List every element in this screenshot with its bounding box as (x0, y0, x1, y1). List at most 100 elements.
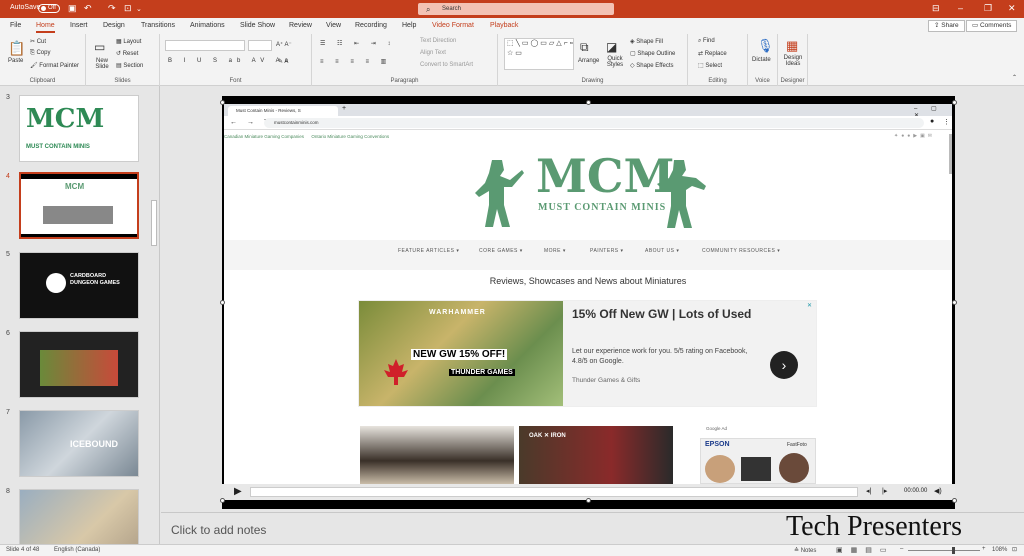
ad-arrow-button[interactable]: › (770, 351, 798, 379)
resize-handle[interactable] (220, 498, 225, 503)
undo-icon[interactable]: ↶ (84, 3, 92, 14)
tab-slide-show[interactable]: Slide Show (240, 22, 275, 29)
dictate-button[interactable]: Dictate (752, 57, 771, 63)
embedded-browser-video[interactable]: Must Contain Minis - Reviews, S + – ▢ ✕ … (224, 104, 952, 484)
resize-handle[interactable] (220, 100, 225, 105)
list-icons[interactable]: ☰ ☷ ⇤ ⇥ ↕ (320, 40, 395, 47)
tab-recording[interactable]: Recording (355, 22, 387, 29)
slide-thumbnail-5[interactable]: CARDBOARD DUNGEON GAMES (19, 252, 139, 319)
ribbon-display-icon[interactable]: ⊟ (932, 3, 940, 14)
align-text-button[interactable]: Align Text (420, 50, 446, 56)
microphone-icon[interactable]: 🎙 (757, 38, 774, 54)
shape-outline-button[interactable]: ▢ Shape Outline (630, 50, 675, 57)
convert-smartart-button[interactable]: Convert to SmartArt (420, 62, 473, 68)
tab-file[interactable]: File (10, 22, 21, 29)
notes-button[interactable]: ≙ Notes (794, 547, 816, 554)
zoom-out-icon[interactable]: – (900, 546, 903, 552)
sidebar-ad[interactable]: EPSON FastFoto (700, 438, 816, 484)
text-direction-button[interactable]: Text Direction (420, 38, 456, 44)
menu-painters[interactable]: PAINTERS ▾ (590, 248, 624, 254)
save-icon[interactable]: ▣ (68, 3, 77, 14)
zoom-slider-thumb[interactable] (952, 547, 955, 554)
arrange-icon[interactable]: ⧉ (580, 40, 589, 55)
new-slide-icon[interactable]: ▭ (94, 40, 105, 54)
customize-qat-icon[interactable]: ⌄ (136, 5, 142, 13)
browser-scrollbar[interactable] (949, 134, 952, 174)
tab-insert[interactable]: Insert (70, 22, 88, 29)
zoom-in-icon[interactable]: + (982, 546, 986, 552)
redo-icon[interactable]: ↷ (108, 3, 116, 14)
font-size-box[interactable] (248, 40, 272, 51)
format-painter-button[interactable]: 🖌 Format Painter (30, 62, 79, 69)
paste-icon[interactable]: 📋 (8, 40, 25, 57)
slide-thumbnail-3[interactable]: MCM MUST CONTAIN MINIS (19, 95, 139, 162)
minimize-icon[interactable]: – (958, 3, 963, 13)
font-color-icon[interactable]: ✎ A (278, 58, 288, 65)
topnav-link-companies[interactable]: Canadian Miniature Gaming Companies (224, 134, 304, 139)
tab-design[interactable]: Design (103, 22, 125, 29)
resize-handle[interactable] (952, 498, 957, 503)
skip-forward-icon[interactable]: |▸ (882, 487, 887, 495)
quick-styles-icon[interactable]: ◪ (606, 40, 617, 54)
shapes-gallery[interactable]: ⬚╲▭◯▭▱△⌐⇨⇩⇦⇧⟲⟳{}☆▭ (504, 38, 574, 70)
close-icon[interactable]: ✕ (1008, 3, 1016, 14)
section-button[interactable]: ▤ Section (116, 62, 143, 69)
search-box[interactable]: ⌕ Search (418, 3, 614, 15)
paste-button[interactable]: Paste (8, 58, 23, 64)
resize-handle[interactable] (586, 498, 591, 503)
zoom-slider[interactable] (908, 550, 980, 551)
menu-about-us[interactable]: ABOUT US ▾ (645, 248, 679, 254)
ad-close-icon[interactable]: ✕ (807, 302, 812, 309)
browser-tab[interactable]: Must Contain Minis - Reviews, S (228, 106, 338, 116)
quick-styles-button[interactable]: Quick Styles (604, 56, 626, 68)
shape-fill-button[interactable]: ◈ Shape Fill (630, 38, 663, 45)
arrange-button[interactable]: Arrange (578, 58, 599, 64)
menu-core-games[interactable]: CORE GAMES ▾ (479, 248, 523, 254)
ad-headline[interactable]: 15% Off New GW | Lots of Used (572, 307, 751, 321)
slide-thumbnail-7[interactable]: ICEBOUND (19, 410, 139, 477)
tab-playback[interactable]: Playback (490, 22, 518, 29)
tab-view[interactable]: View (326, 22, 341, 29)
resize-handle[interactable] (586, 100, 591, 105)
browser-menu-icon[interactable]: ⋮ (943, 118, 950, 126)
notes-placeholder[interactable]: Click to add notes (171, 523, 266, 537)
font-format-icons[interactable]: B I U S ab AV Aa (168, 58, 293, 64)
comments-button[interactable]: ▭ Comments (966, 20, 1018, 32)
menu-more[interactable]: MORE ▾ (544, 248, 566, 254)
copy-button[interactable]: ⎘ Copy (30, 50, 50, 57)
skip-back-icon[interactable]: ◂| (866, 487, 871, 495)
profile-icon[interactable]: ● (930, 118, 934, 125)
select-button[interactable]: ⬚ Select (698, 62, 722, 69)
collapse-ribbon-icon[interactable]: ⌃ (1012, 74, 1017, 81)
shape-effects-button[interactable]: ◇ Shape Effects (630, 62, 674, 69)
new-tab-icon[interactable]: + (342, 105, 346, 112)
tab-home[interactable]: Home (36, 22, 55, 33)
share-button[interactable]: ⇪ Share (928, 20, 965, 32)
resize-handle[interactable] (220, 300, 225, 305)
slide-thumbnail-8[interactable] (19, 489, 139, 544)
layout-button[interactable]: ▦ Layout (116, 38, 141, 45)
view-buttons[interactable]: ▣▦▤▭ (836, 546, 894, 554)
advertisement[interactable]: WARHAMMER NEW GW 15% OFF! THUNDER GAMES … (358, 300, 817, 407)
resize-handle[interactable] (952, 100, 957, 105)
new-slide-button[interactable]: New Slide (92, 58, 112, 70)
menu-community-resources[interactable]: COMMUNITY RESOURCES ▾ (702, 248, 780, 254)
article-image-1[interactable] (360, 426, 514, 484)
autosave-toggle[interactable]: Off (38, 4, 60, 13)
tab-transitions[interactable]: Transitions (141, 22, 175, 29)
topnav-link-conventions[interactable]: Ontario Miniature Gaming Conventions (311, 134, 389, 139)
zoom-level[interactable]: 108% (992, 547, 1007, 553)
menu-feature-articles[interactable]: FEATURE ARTICLES ▾ (398, 248, 459, 254)
tab-review[interactable]: Review (289, 22, 312, 29)
tab-video-format[interactable]: Video Format (432, 22, 474, 29)
play-icon[interactable]: ▶ (234, 486, 242, 497)
cut-button[interactable]: ✂ Cut (30, 38, 46, 45)
slide-thumbnail-4[interactable]: MCM (19, 172, 139, 239)
article-image-2[interactable]: OAK ✕ IRON (519, 426, 673, 484)
replace-button[interactable]: ⇄ Replace (698, 50, 727, 57)
design-ideas-button[interactable]: Design Ideas (782, 55, 804, 67)
volume-icon[interactable]: ◀) (934, 487, 942, 495)
social-icons[interactable]: ✦●●▶▣✉ (894, 133, 935, 139)
thumbnail-scrollbar[interactable] (151, 200, 157, 246)
design-ideas-icon[interactable]: ▦ (786, 38, 798, 54)
